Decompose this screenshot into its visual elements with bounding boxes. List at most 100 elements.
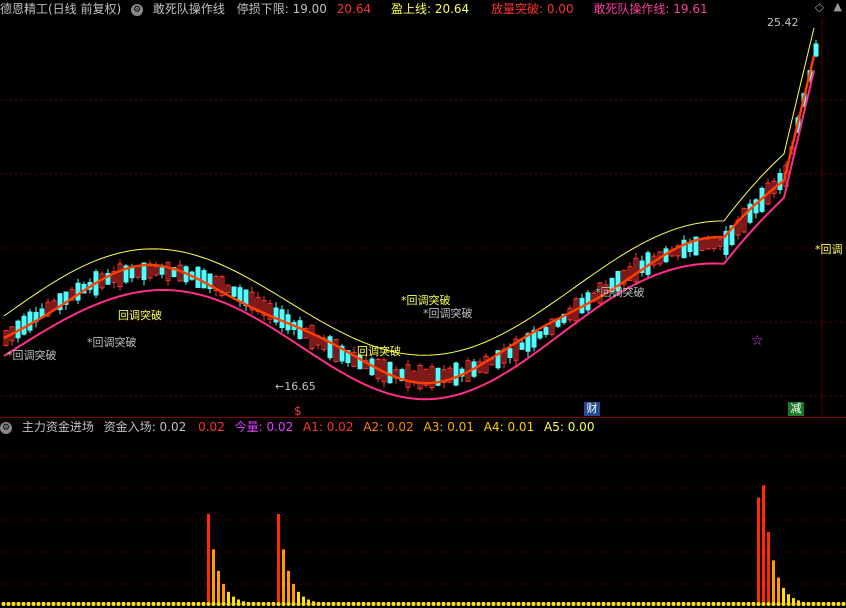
settings-icon[interactable]: ⚙ bbox=[131, 3, 144, 16]
red-value: 20.64 bbox=[336, 2, 372, 16]
baseline-dot bbox=[371, 602, 376, 606]
baseline-dot bbox=[641, 602, 646, 606]
baseline-dot bbox=[321, 602, 326, 606]
baseline-dot bbox=[841, 602, 846, 606]
baseline-dot bbox=[326, 602, 331, 606]
baseline-dot bbox=[701, 602, 706, 606]
baseline-dot bbox=[496, 602, 501, 606]
baseline-dot bbox=[311, 602, 316, 606]
baseline-dot bbox=[41, 602, 46, 606]
fund-flow-chart[interactable] bbox=[0, 436, 846, 608]
candle-body bbox=[159, 267, 165, 275]
baseline-dot bbox=[126, 602, 131, 606]
profit-label: 盈上线: bbox=[390, 2, 431, 16]
annotation-8: *回调 bbox=[815, 243, 843, 256]
baseline-dot bbox=[831, 602, 836, 606]
baseline-dot bbox=[636, 602, 641, 606]
baseline-dot bbox=[221, 602, 226, 606]
baseline-dot bbox=[106, 602, 111, 606]
fund-bar bbox=[757, 497, 760, 604]
baseline-dot bbox=[661, 602, 666, 606]
baseline-dot bbox=[621, 602, 626, 606]
annotation-6: *回调突破 bbox=[423, 307, 473, 320]
baseline-dot bbox=[46, 602, 51, 606]
baseline-dot bbox=[491, 602, 496, 606]
baseline-dot bbox=[626, 602, 631, 606]
candlestick-chart[interactable] bbox=[0, 18, 846, 418]
baseline-dot bbox=[71, 602, 76, 606]
baseline-dot bbox=[211, 602, 216, 606]
baseline-dot bbox=[286, 602, 291, 606]
baseline-dot bbox=[81, 602, 86, 606]
baseline-dot bbox=[506, 602, 511, 606]
baseline-dot bbox=[451, 602, 456, 606]
baseline-dot bbox=[631, 602, 636, 606]
baseline-dot bbox=[236, 602, 241, 606]
a1: A1: 0.02 bbox=[303, 420, 354, 434]
a4: A4: 0.01 bbox=[483, 420, 535, 434]
baseline-dot bbox=[786, 602, 791, 606]
a2: A2: 0.02 bbox=[363, 420, 414, 434]
fund-bar bbox=[222, 583, 225, 604]
lower-title[interactable]: 主力资金进场 bbox=[22, 420, 94, 434]
baseline-dot bbox=[401, 602, 406, 606]
baseline-dot bbox=[676, 602, 681, 606]
annotation-2: *回调突破 bbox=[87, 336, 137, 349]
stock-name: 德恩精工(日线 前复权) bbox=[0, 2, 122, 16]
baseline-dot bbox=[406, 602, 411, 606]
baseline-dot bbox=[736, 602, 741, 606]
star-icon: ☆ bbox=[751, 333, 764, 349]
baseline-dot bbox=[611, 602, 616, 606]
annotation-4: 回调突破 bbox=[357, 345, 401, 358]
baseline-dot bbox=[101, 602, 106, 606]
baseline-dot bbox=[766, 602, 771, 606]
baseline-dot bbox=[161, 602, 166, 606]
baseline-dot bbox=[441, 602, 446, 606]
candle-body bbox=[21, 315, 27, 335]
baseline-dot bbox=[646, 602, 651, 606]
baseline-dot bbox=[566, 602, 571, 606]
baseline-dot bbox=[111, 602, 116, 606]
baseline-dot bbox=[606, 602, 611, 606]
baseline-dot bbox=[746, 602, 751, 606]
baseline-dot bbox=[206, 602, 211, 606]
collapse-icon[interactable]: ◇ bbox=[815, 0, 824, 14]
baseline-dot bbox=[96, 602, 101, 606]
money-flag[interactable]: $ bbox=[294, 404, 302, 418]
lower-settings-icon[interactable]: ⚙ bbox=[0, 421, 12, 434]
baseline-dot bbox=[231, 602, 236, 606]
annotation-1: *回调突破 bbox=[7, 349, 57, 362]
baseline-dot bbox=[461, 602, 466, 606]
baseline-dot bbox=[26, 602, 31, 606]
caibao-flag[interactable]: 财 bbox=[584, 402, 600, 416]
baseline-dot bbox=[691, 602, 696, 606]
dropdown-icon[interactable]: ▲ bbox=[834, 0, 842, 13]
fund-bar bbox=[212, 549, 215, 604]
baseline-dot bbox=[511, 602, 516, 606]
baseline-dot bbox=[516, 602, 521, 606]
baseline-dot bbox=[276, 602, 281, 606]
baseline-dot bbox=[551, 602, 556, 606]
baseline-dot bbox=[411, 602, 416, 606]
candle-body bbox=[543, 326, 549, 335]
baseline-dot bbox=[141, 602, 146, 606]
baseline-dot bbox=[776, 602, 781, 606]
candle-body bbox=[813, 43, 819, 57]
baseline-dot bbox=[426, 602, 431, 606]
high-price-label: 25.42 bbox=[767, 16, 799, 29]
baseline-dot bbox=[226, 602, 231, 606]
baseline-dot bbox=[56, 602, 61, 606]
ma-short-line bbox=[3, 55, 816, 385]
baseline-dot bbox=[556, 602, 561, 606]
fund-in: 资金入场: 0.02 bbox=[103, 420, 187, 434]
jinliang: 今量: 0.02 bbox=[234, 420, 294, 434]
baseline-dot bbox=[116, 602, 121, 606]
candle-body bbox=[453, 362, 459, 386]
indicator-name[interactable]: 敢死队操作线 bbox=[153, 2, 225, 16]
baseline-dot bbox=[376, 602, 381, 606]
fund-bar bbox=[767, 531, 770, 604]
baseline-dot bbox=[356, 602, 361, 606]
jian-flag[interactable]: 减 bbox=[788, 402, 804, 416]
baseline-dot bbox=[796, 602, 801, 606]
baseline-dot bbox=[816, 602, 821, 606]
